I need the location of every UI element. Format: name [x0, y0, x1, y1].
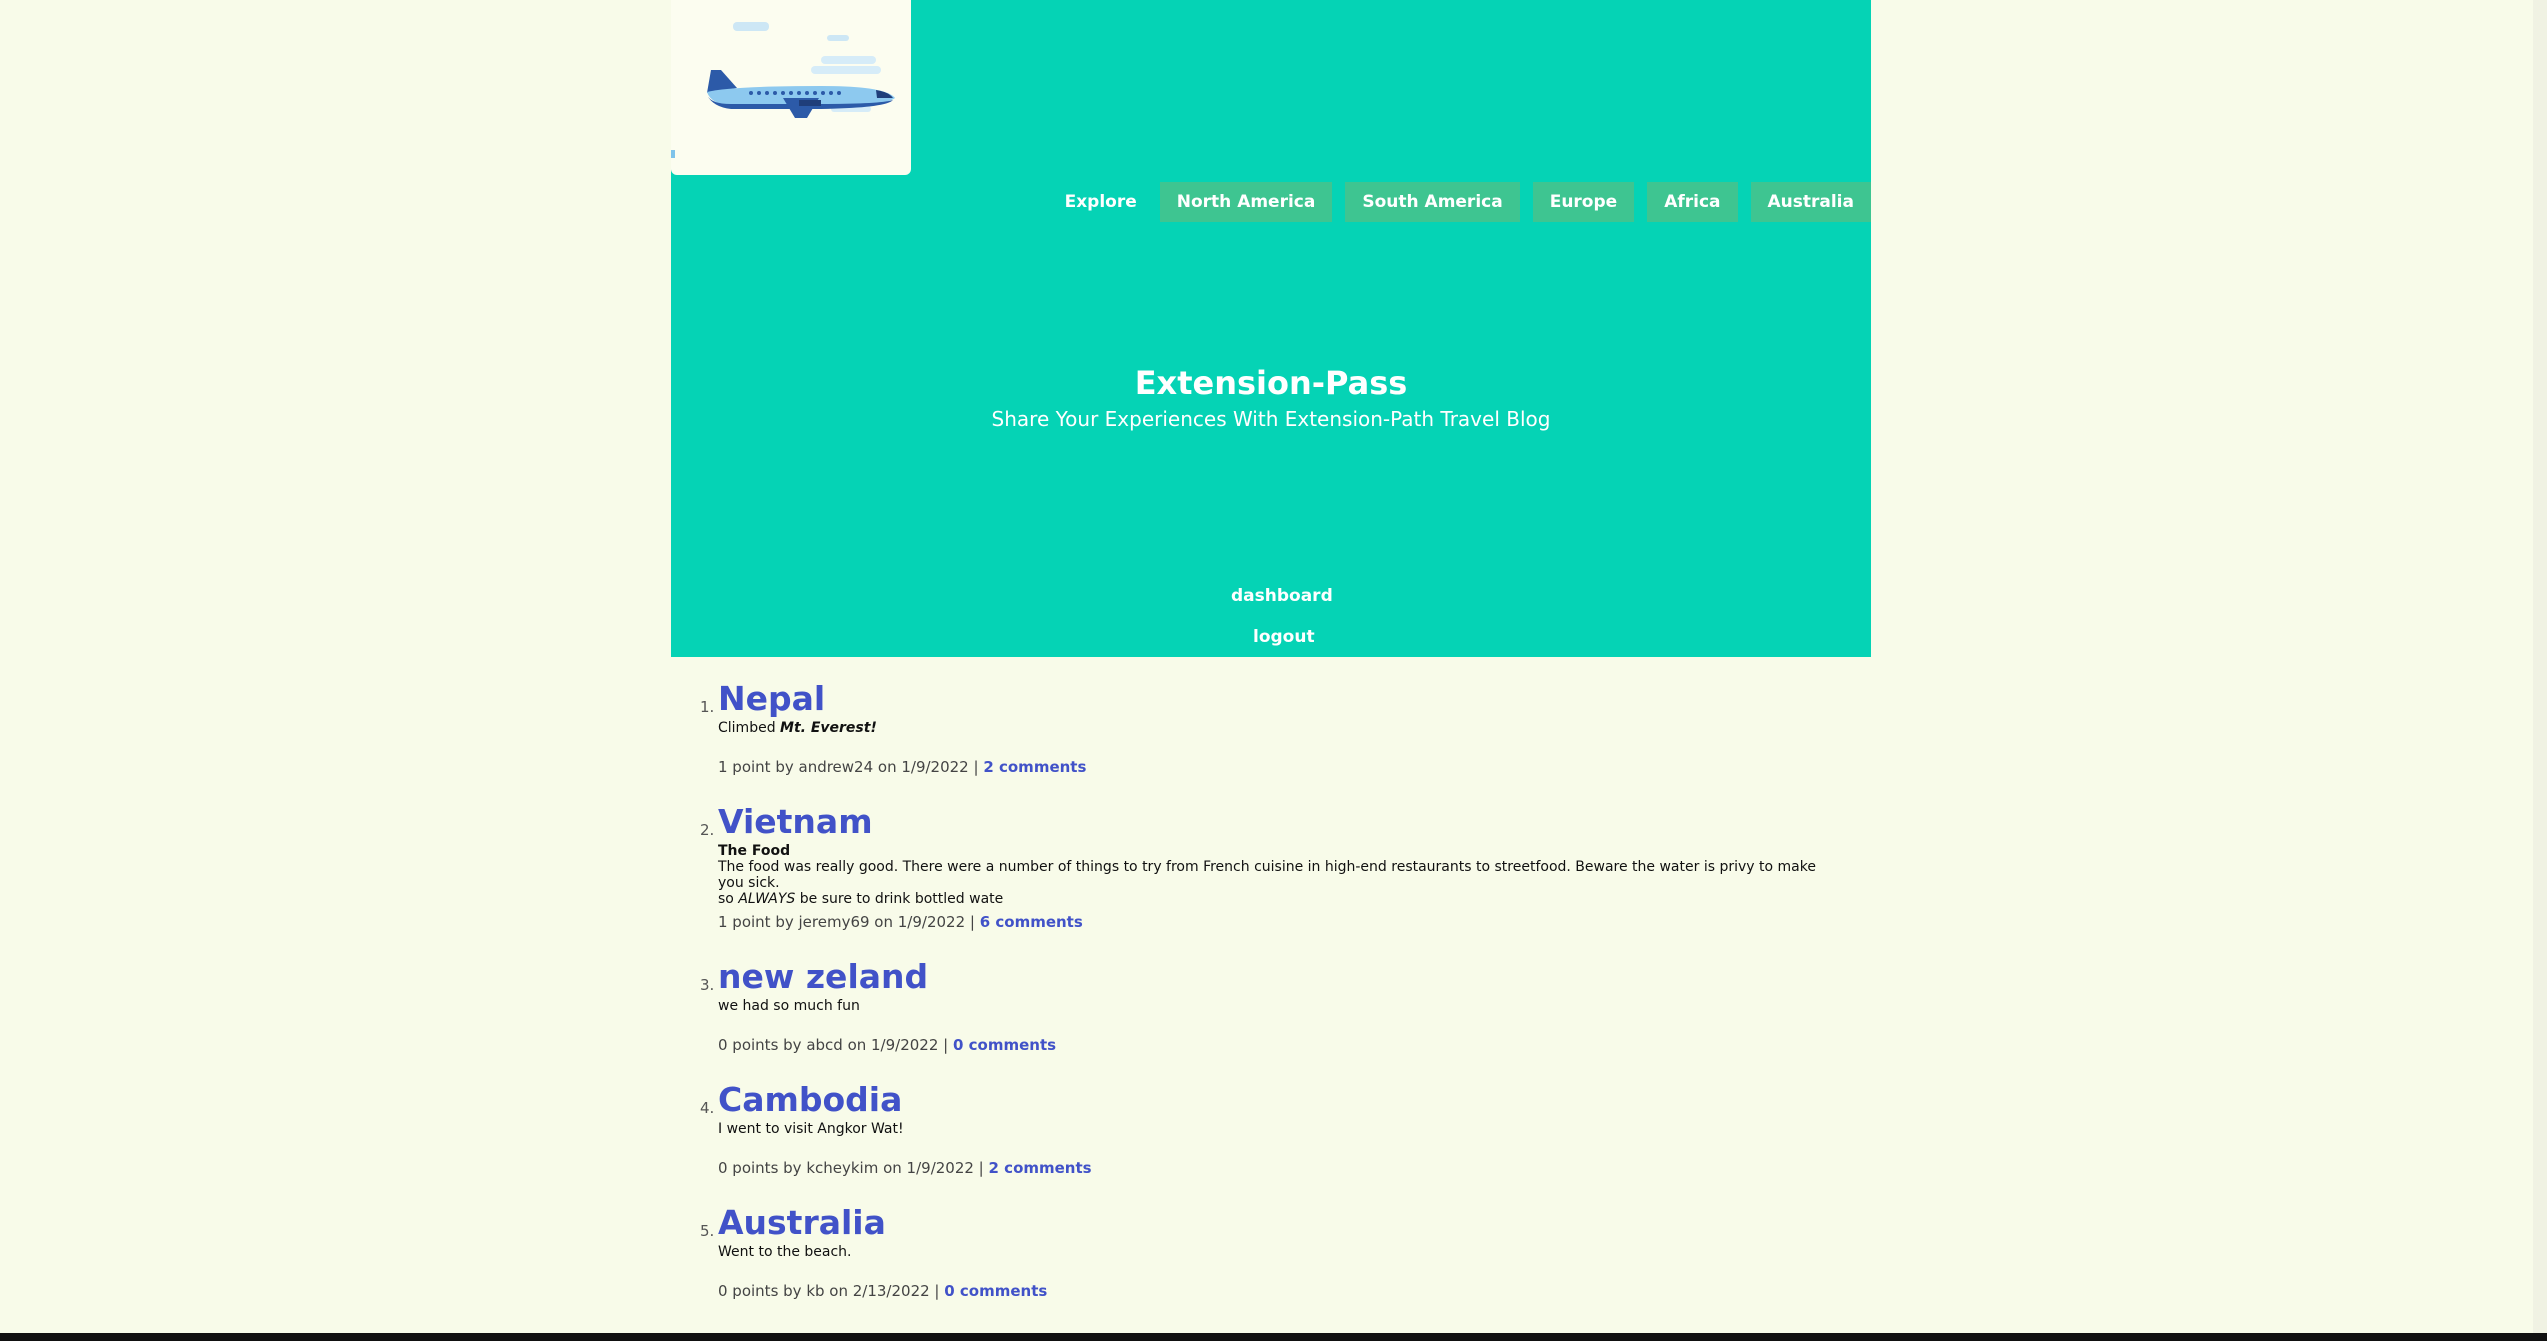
site-title: Extension-Pass — [1134, 364, 1408, 402]
post-body-line: so ALWAYS be sure to drink bottled wate — [718, 891, 1820, 907]
comments-link[interactable]: 2 comments — [989, 1159, 1092, 1177]
nav-south-america[interactable]: South America — [1345, 182, 1520, 222]
post-meta-text: 1 point by jeremy69 on 1/9/2022 | — [718, 913, 980, 931]
post-body-text: Climbed — [718, 720, 781, 736]
post-title-link[interactable]: new zeland — [718, 956, 1820, 998]
post-meta-text: 0 points by kb on 2/13/2022 | — [718, 1282, 945, 1300]
nav-europe[interactable]: Europe — [1532, 182, 1635, 222]
site-header: Explore North America South America Euro… — [671, 0, 1871, 657]
post-body-emphasis: Mt. Everest! — [780, 720, 877, 736]
dashboard-link[interactable]: dashboard — [1231, 586, 1333, 606]
comments-link[interactable]: 0 comments — [953, 1036, 1056, 1054]
post-body-text: be sure to drink bottled wate — [795, 891, 1004, 907]
site-tagline: Share Your Experiences With Extension-Pa… — [991, 407, 1551, 431]
post-number: 5. — [700, 1222, 715, 1240]
post-meta: 1 point by jeremy69 on 1/9/2022 | 6 comm… — [718, 913, 1083, 931]
region-nav: Explore North America South America Euro… — [1065, 182, 1871, 222]
post-body-line: The food was really good. There were a n… — [718, 859, 1816, 891]
post-meta-text: 0 points by abcd on 1/9/2022 | — [718, 1036, 953, 1054]
comments-link[interactable]: 6 comments — [980, 913, 1083, 931]
post-meta-text: 0 points by kcheykim on 1/9/2022 | — [718, 1159, 989, 1177]
post-title-link[interactable]: Vietnam — [718, 801, 1820, 843]
nav-north-america[interactable]: North America — [1159, 182, 1333, 222]
page: Explore North America South America Euro… — [0, 0, 2547, 1341]
comments-link[interactable]: 0 comments — [944, 1282, 1047, 1300]
nav-explore-label: Explore — [1064, 192, 1137, 212]
post-subheading: The Food — [718, 843, 791, 859]
post-body: I went to visit Angkor Wat! — [718, 1121, 904, 1137]
post-title-link[interactable]: Australia — [718, 1202, 1820, 1244]
nav-africa[interactable]: Africa — [1647, 182, 1738, 222]
nav-australia[interactable]: Australia — [1750, 182, 1871, 222]
bottom-bar — [0, 1333, 2547, 1341]
list-item: 1. Nepal Climbed Mt. Everest! 1 point by… — [700, 678, 1820, 801]
post-meta: 0 points by kb on 2/13/2022 | 0 comments — [718, 1282, 1047, 1300]
post-body-emphasis: ALWAYS — [738, 891, 796, 907]
list-item: 4. Cambodia I went to visit Angkor Wat! … — [700, 1079, 1820, 1202]
post-number: 3. — [700, 976, 715, 994]
list-item: 5. Australia Went to the beach. 0 points… — [700, 1202, 1820, 1325]
post-body: Climbed Mt. Everest! — [718, 720, 1820, 736]
post-meta: 0 points by kcheykim on 1/9/2022 | 2 com… — [718, 1159, 1092, 1177]
post-body: Went to the beach. — [718, 1244, 852, 1260]
post-meta-text: 1 point by andrew24 on 1/9/2022 | — [718, 758, 984, 776]
post-title-link[interactable]: Cambodia — [718, 1079, 1820, 1121]
post-title-link[interactable]: Nepal — [718, 678, 1820, 720]
post-meta: 1 point by andrew24 on 1/9/2022 | 2 comm… — [718, 758, 1086, 776]
site-logo[interactable] — [671, 0, 911, 175]
post-number: 2. — [700, 821, 715, 839]
comments-link[interactable]: 2 comments — [983, 758, 1086, 776]
post-number: 4. — [700, 1099, 715, 1117]
logout-link[interactable]: logout — [1253, 627, 1315, 647]
post-body: The Food The food was really good. There… — [718, 843, 1820, 907]
post-meta: 0 points by abcd on 1/9/2022 | 0 comment… — [718, 1036, 1056, 1054]
list-item: 2. Vietnam The Food The food was really … — [700, 801, 1820, 956]
post-body-text: so — [718, 891, 739, 907]
vertical-scrollbar[interactable] — [2533, 0, 2547, 1333]
post-body: we had so much fun — [718, 998, 860, 1014]
list-item: 3. new zeland we had so much fun 0 point… — [700, 956, 1820, 1079]
post-list: 1. Nepal Climbed Mt. Everest! 1 point by… — [700, 678, 1820, 1325]
post-number: 1. — [700, 698, 715, 716]
airplane-icon — [671, 22, 895, 158]
